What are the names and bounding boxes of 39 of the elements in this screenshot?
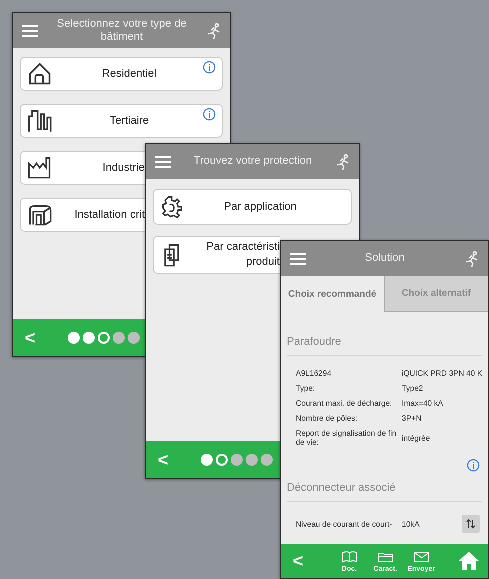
option-card[interactable]: Installation crit — [20, 198, 145, 232]
option-card[interactable]: Par application — [153, 189, 352, 225]
buildings-icon — [27, 108, 53, 134]
info-icon[interactable] — [203, 108, 216, 121]
option-label: Residentiel — [102, 66, 157, 82]
section-title: Déconnecteur associé — [287, 472, 482, 502]
option-label: Par caractéristi produit — [206, 240, 280, 270]
runner-icon[interactable] — [464, 250, 480, 266]
option-label: Par application — [224, 200, 297, 214]
option-label: Installation crit — [74, 208, 145, 222]
screen-title: Solution — [364, 252, 406, 265]
option-card[interactable]: Par caractéristi produit — [153, 236, 280, 274]
option-card[interactable]: Industrie — [20, 151, 145, 185]
menu-icon[interactable] — [155, 156, 171, 168]
screen-title: Selectionnez votre type de bâtiment — [56, 18, 188, 44]
tab[interactable]: Choix alternatif — [384, 276, 488, 312]
home-icon — [458, 551, 480, 571]
back-button[interactable]: < — [293, 551, 304, 571]
back-button[interactable]: < — [158, 450, 169, 470]
info-icon[interactable] — [203, 61, 216, 74]
option-card[interactable]: Tertiaire — [20, 104, 223, 138]
option-label: Industrie — [102, 160, 145, 176]
screen-title: Trouvez votre protection — [192, 155, 314, 168]
runner-icon[interactable] — [335, 154, 351, 170]
home-button[interactable] — [458, 551, 480, 571]
sort-button[interactable] — [462, 515, 480, 533]
factory-icon — [27, 155, 53, 181]
section-title: Parafoudre — [287, 312, 482, 356]
sort-icon — [466, 519, 476, 529]
option-label: Tertiaire — [110, 114, 150, 128]
house-icon — [27, 61, 53, 87]
menu-icon[interactable] — [290, 252, 306, 264]
envelope-icon — [414, 550, 430, 564]
option-card[interactable]: Residentiel — [20, 57, 223, 91]
runner-icon[interactable] — [206, 22, 222, 38]
menu-icon[interactable] — [22, 24, 38, 36]
back-button[interactable]: < — [25, 328, 36, 348]
book-icon — [342, 550, 358, 564]
info-icon[interactable] — [467, 459, 480, 472]
